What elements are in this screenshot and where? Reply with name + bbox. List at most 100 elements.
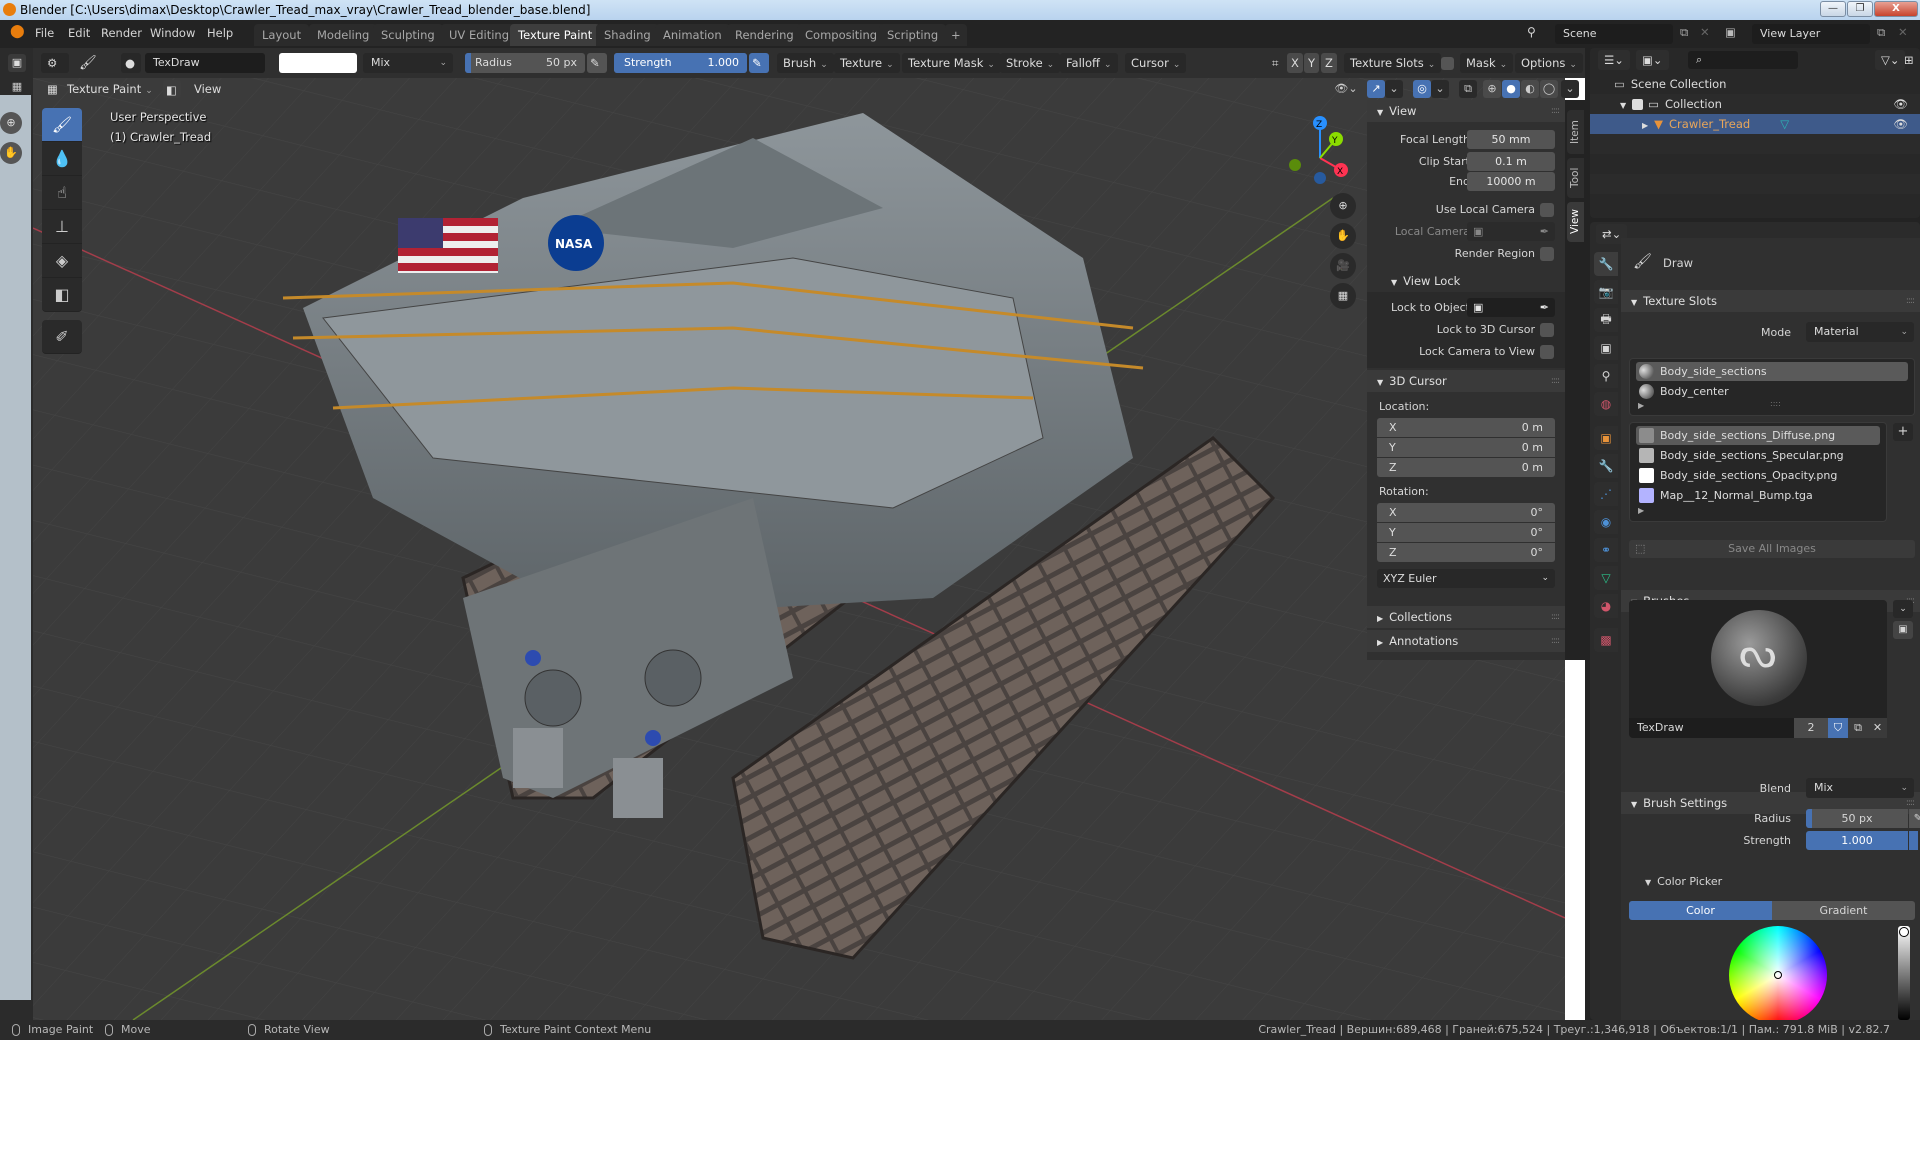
mask-checkbox[interactable] xyxy=(1441,57,1454,70)
strength-slider[interactable]: 1.000 xyxy=(1806,831,1908,850)
tab-scripting[interactable]: Scripting xyxy=(879,24,947,46)
tab-object[interactable]: ▣ xyxy=(1594,426,1618,450)
value-slider-handle[interactable] xyxy=(1899,927,1909,937)
menu-edit[interactable]: Edit xyxy=(68,26,90,40)
gizmo-dropdown-icon[interactable]: ⌄ xyxy=(1385,80,1403,98)
tool-mask[interactable]: ◧ xyxy=(42,278,82,312)
tab-physics[interactable]: ◉ xyxy=(1594,510,1618,534)
new-scene-icon[interactable]: ⧉ xyxy=(1680,25,1688,40)
visibility-eye-icon[interactable]: 👁 xyxy=(1893,114,1908,134)
outliner-filter-layer-icon[interactable]: ▣⌄ xyxy=(1636,50,1669,70)
add-texture-button[interactable]: + xyxy=(1893,423,1913,441)
duplicate-brush-icon[interactable]: ⧉ xyxy=(1848,718,1868,738)
collection-checkbox[interactable] xyxy=(1632,99,1644,110)
view-layer-field[interactable]: View Layer xyxy=(1752,24,1870,44)
outliner-row-crawler-tread[interactable]: ▶ ▼ Crawler_Tread ▽ 👁 xyxy=(1590,114,1920,134)
menu-file[interactable]: File xyxy=(35,26,54,40)
xray-toggle-icon[interactable]: ⧉ xyxy=(1459,80,1477,98)
tool-smear[interactable]: ☝ xyxy=(42,176,82,210)
mode-dropdown[interactable]: Texture Paint ⌄ xyxy=(61,80,159,98)
tab-animation[interactable]: Animation xyxy=(655,24,730,46)
color-tab[interactable]: Color xyxy=(1629,901,1772,920)
value-slider[interactable] xyxy=(1898,926,1910,1020)
pan-view-icon[interactable]: ✋ xyxy=(1330,223,1356,249)
collections-panel-header[interactable]: ▶ Collections:::: xyxy=(1367,606,1565,628)
visibility-icon[interactable]: 👁⌄ xyxy=(1331,80,1361,98)
tab-render[interactable]: 📷 xyxy=(1594,280,1618,304)
brush-name-field[interactable]: TexDraw xyxy=(1637,721,1684,734)
tab-constraints[interactable]: ⚭ xyxy=(1594,538,1618,562)
tab-world[interactable]: ◍ xyxy=(1594,392,1618,416)
image-slot-item[interactable]: Body_side_sections_Specular.png xyxy=(1636,446,1880,465)
tool-clone[interactable]: ⊥ xyxy=(42,210,82,244)
material-shading-icon[interactable]: ◐ xyxy=(1521,80,1539,98)
brush-image-icon[interactable]: ▣ xyxy=(1893,621,1913,639)
clip-end-field[interactable]: 10000 m xyxy=(1467,172,1555,191)
strength-pressure-icon[interactable] xyxy=(1909,831,1918,850)
brush-preview[interactable]: ᔓ xyxy=(1629,600,1887,718)
tab-active-tool[interactable]: 🔧 xyxy=(1594,252,1618,276)
strength-slider[interactable]: Strength 1.000 xyxy=(614,53,747,73)
use-local-camera-checkbox[interactable] xyxy=(1540,203,1554,217)
mirror-z-toggle[interactable]: Z xyxy=(1321,53,1337,73)
tab-texture-paint[interactable]: Texture Paint xyxy=(510,24,601,46)
tab-material[interactable]: ◕ xyxy=(1594,594,1618,618)
lock-to-object-field[interactable]: ▣ ✒ xyxy=(1467,298,1555,317)
color-wheel-cursor[interactable] xyxy=(1774,971,1782,979)
delete-view-layer-icon[interactable]: ✕ xyxy=(1898,25,1908,39)
delete-scene-icon[interactable]: ✕ xyxy=(1700,25,1710,39)
cursor-location-z[interactable]: Z0 m xyxy=(1377,458,1555,477)
tab-modeling[interactable]: Modeling xyxy=(309,24,378,46)
pan-hand-icon[interactable]: ✋ xyxy=(0,142,22,164)
tool-settings-icon[interactable]: ⚙ xyxy=(41,53,69,73)
tab-texture[interactable]: ▩ xyxy=(1594,628,1618,652)
tab-item[interactable]: Item xyxy=(1567,110,1584,154)
tab-sculpting[interactable]: Sculpting xyxy=(373,24,443,46)
cursor-menu[interactable]: Cursor ⌄ xyxy=(1125,53,1187,73)
view-lock-header[interactable]: ▼ View Lock xyxy=(1367,270,1565,292)
outliner-row-scene-collection[interactable]: ▭ Scene Collection xyxy=(1590,74,1920,94)
color-wheel[interactable] xyxy=(1729,926,1827,1024)
texture-mask-menu[interactable]: Texture Mask ⌄ xyxy=(902,53,1001,73)
fake-user-shield-icon[interactable]: ⛉ xyxy=(1828,718,1848,738)
tab-scene[interactable]: ⚲ xyxy=(1594,364,1618,388)
tab-uv-editing[interactable]: UV Editing xyxy=(441,24,517,46)
tab-tool[interactable]: Tool xyxy=(1567,158,1584,198)
menu-render[interactable]: Render xyxy=(101,26,142,40)
gizmo-toggle-icon[interactable]: ↗ xyxy=(1367,80,1385,98)
overlay-dropdown-icon[interactable]: ⌄ xyxy=(1431,80,1449,98)
tab-layout[interactable]: Layout xyxy=(254,24,310,46)
mirror-x-toggle[interactable]: X xyxy=(1287,53,1303,73)
brush-menu[interactable]: Brush ⌄ xyxy=(777,53,834,73)
zoom-icon[interactable]: ⊕ xyxy=(0,112,22,134)
view-menu[interactable]: View xyxy=(188,80,227,98)
maximize-button[interactable]: ❐ xyxy=(1847,1,1873,17)
radius-slider[interactable]: Radius 50 px xyxy=(465,53,585,73)
camera-view-icon[interactable]: 🎥 xyxy=(1330,253,1356,279)
menu-window[interactable]: Window xyxy=(150,26,195,40)
overlay-toggle-icon[interactable]: ◎ xyxy=(1413,80,1431,98)
view-panel-header[interactable]: ▼ View:::: xyxy=(1367,100,1565,122)
options-menu[interactable]: Options ⌄ xyxy=(1515,53,1583,73)
menu-help[interactable]: Help xyxy=(207,26,233,40)
expand-arrow-icon[interactable]: ▼ xyxy=(1620,101,1626,110)
list-expand-icon[interactable]: ▶ xyxy=(1638,401,1644,410)
outliner-display-mode-icon[interactable]: ☰⌄ xyxy=(1598,50,1630,70)
color-swatch[interactable] xyxy=(279,53,357,73)
render-region-checkbox[interactable] xyxy=(1540,247,1554,261)
blend-dropdown[interactable]: Mix ⌄ xyxy=(363,53,453,73)
brush-users-count[interactable]: 2 xyxy=(1794,718,1828,738)
texture-slots-header[interactable]: ▼ Texture Slots:::: xyxy=(1621,290,1920,312)
image-slot-item[interactable]: Body_side_sections_Diffuse.png xyxy=(1636,426,1880,445)
clip-start-field[interactable]: 0.1 m xyxy=(1467,152,1555,171)
focal-length-field[interactable]: 50 mm xyxy=(1467,130,1555,149)
image-slot-item[interactable]: Map__12_Normal_Bump.tga xyxy=(1636,486,1880,505)
mesh-data-icon[interactable]: ▽ xyxy=(1780,117,1789,131)
annotations-panel-header[interactable]: ▶ Annotations:::: xyxy=(1367,630,1565,652)
3d-viewport[interactable]: NASA Z X Y xyxy=(33,78,1565,1020)
add-workspace-button[interactable]: + xyxy=(945,24,967,46)
tab-view-layer[interactable]: ▣ xyxy=(1594,336,1618,360)
eyedropper-icon[interactable]: ✒ xyxy=(1540,298,1549,317)
cursor-location-x[interactable]: X0 m xyxy=(1377,418,1555,437)
tab-rendering[interactable]: Rendering xyxy=(727,24,802,46)
